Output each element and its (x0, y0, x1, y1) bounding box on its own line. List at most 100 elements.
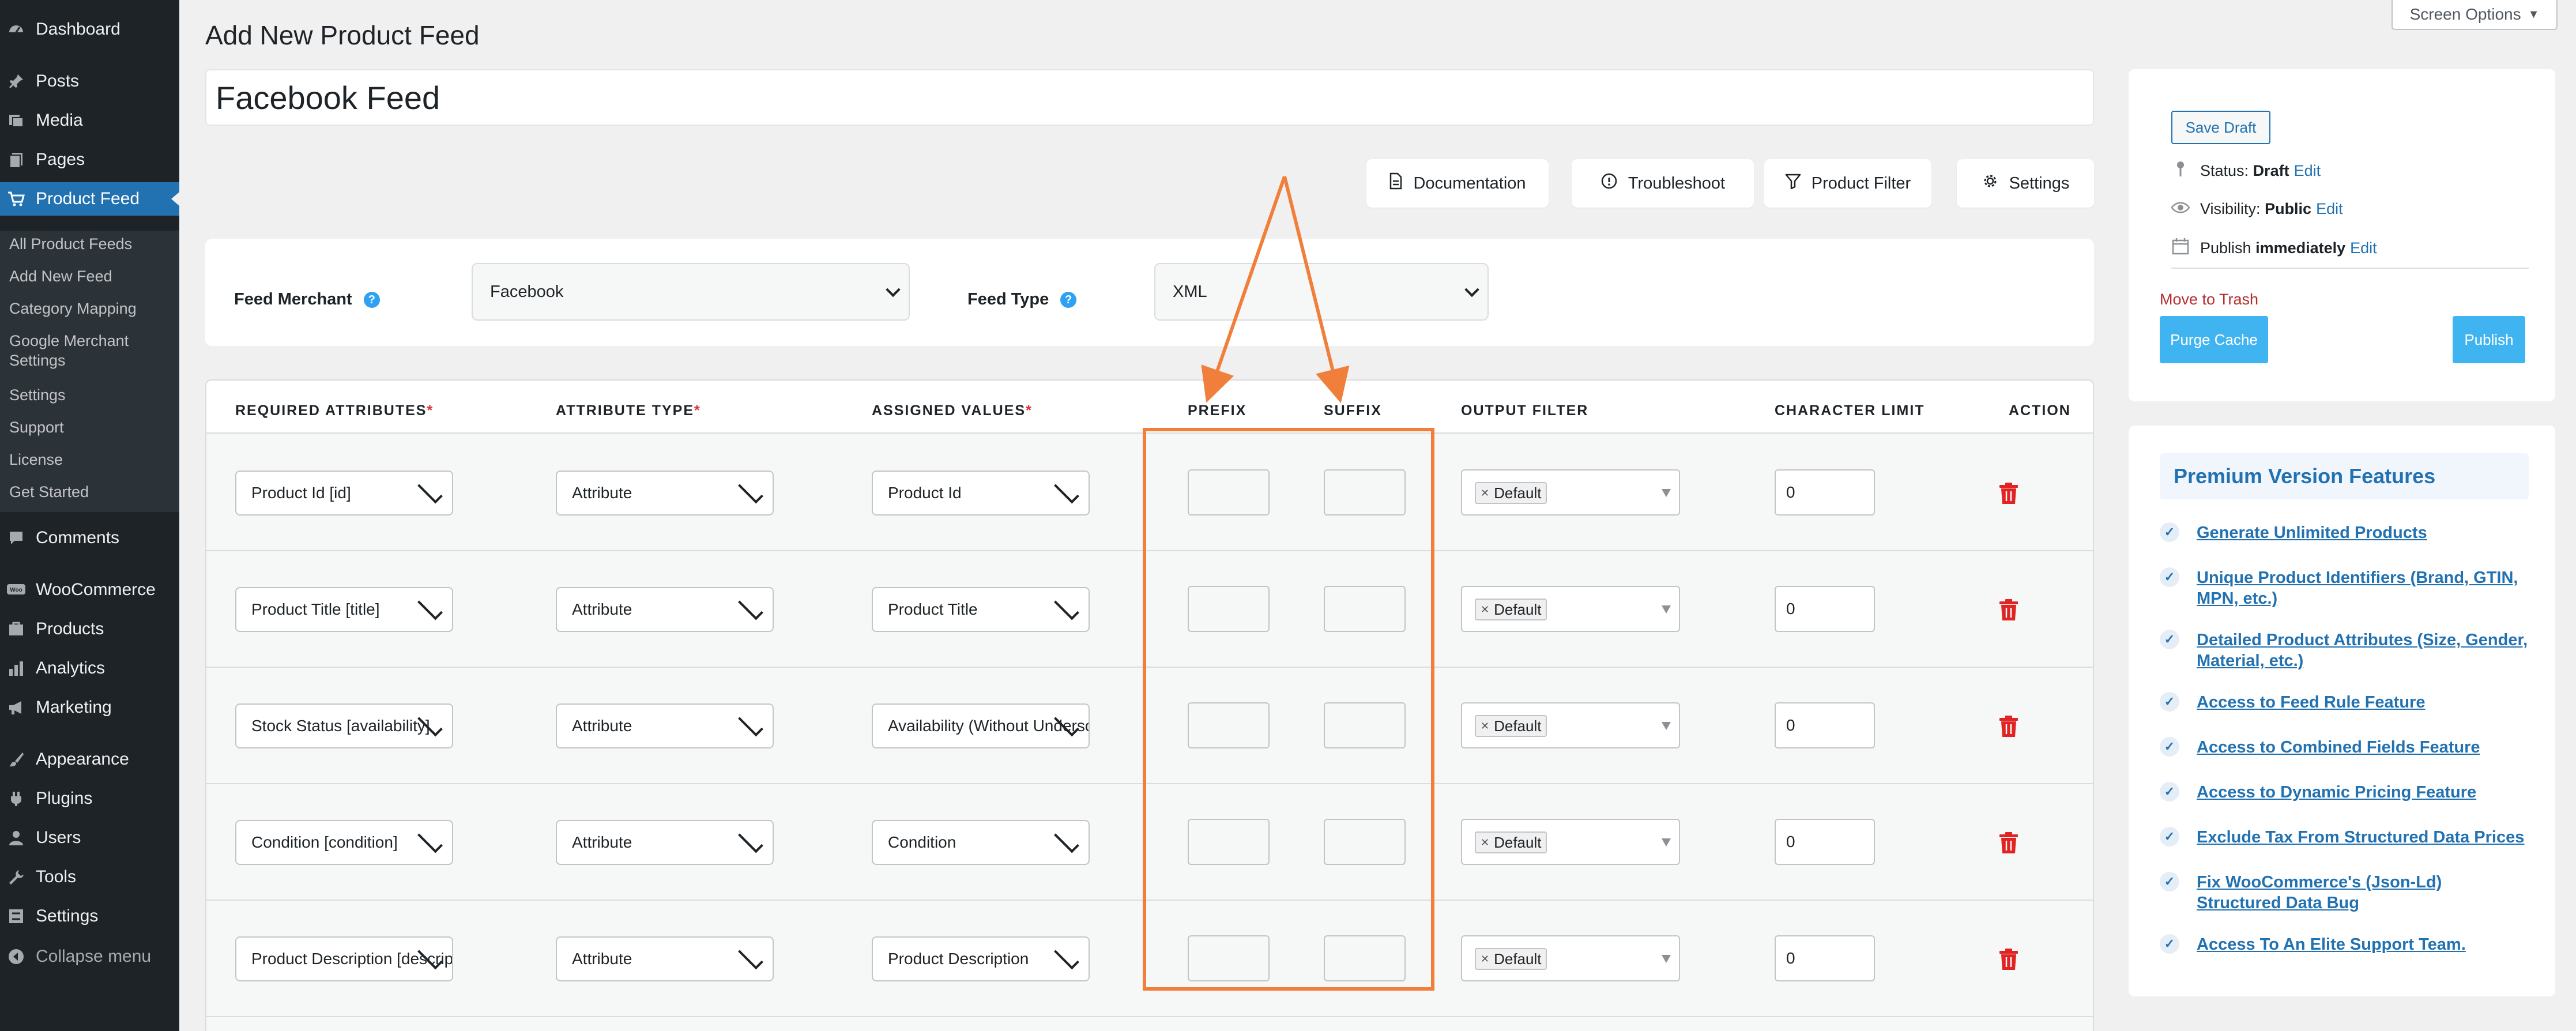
output-filter-select[interactable]: ✕ Default (1461, 469, 1680, 516)
feed-merchant-select[interactable]: Facebook (472, 263, 910, 321)
sidebar-item-tools[interactable]: Tools (0, 860, 179, 894)
assigned-value-select[interactable]: Product Id (872, 471, 1090, 516)
premium-feature-link[interactable]: Exclude Tax From Structured Data Prices (2197, 827, 2524, 848)
submenu-google-merchant-settings[interactable]: Google Merchant Settings (9, 331, 176, 370)
prefix-input[interactable] (1188, 586, 1270, 632)
delete-row-trash-icon[interactable] (1998, 831, 2020, 855)
feed-title-input[interactable]: Facebook Feed (205, 69, 2094, 126)
assigned-value-select[interactable]: Product Title (872, 587, 1090, 632)
delete-row-trash-icon[interactable] (1998, 599, 2020, 622)
sidebar-item-users[interactable]: Users (0, 821, 179, 855)
required-attribute-select[interactable]: Product Id [id] (235, 471, 453, 516)
delete-row-trash-icon[interactable] (1998, 715, 2020, 738)
sidebar-item-posts[interactable]: Posts (0, 65, 179, 98)
character-limit-input[interactable]: 0 (1775, 702, 1875, 748)
submenu-get-started[interactable]: Get Started (9, 482, 176, 502)
submenu-support[interactable]: Support (9, 417, 176, 437)
screen-options-button[interactable]: Screen Options ▼ (2392, 0, 2558, 30)
submenu-settings[interactable]: Settings (9, 385, 176, 405)
sidebar-item-settings[interactable]: Settings (0, 900, 179, 933)
th-suffix: SUFFIX (1324, 402, 1382, 419)
submenu-add-new-feed[interactable]: Add New Feed (9, 266, 176, 286)
delete-row-trash-icon[interactable] (1998, 948, 2020, 971)
required-attribute-select[interactable]: Product Description [description] (235, 936, 453, 981)
suffix-input[interactable] (1324, 819, 1406, 865)
character-limit-input[interactable]: 0 (1775, 819, 1875, 865)
required-attribute-select[interactable]: Stock Status [availability] (235, 703, 453, 748)
suffix-input[interactable] (1324, 702, 1406, 748)
suffix-input[interactable] (1324, 586, 1406, 632)
assigned-value-select[interactable]: Product Description (872, 936, 1090, 981)
sidebar-item-woocommerce[interactable]: Woo WooCommerce (0, 573, 179, 607)
sidebar-item-pages[interactable]: Pages (0, 143, 179, 176)
product-filter-button[interactable]: Product Filter (1764, 159, 1931, 208)
feed-type-select[interactable]: XML (1154, 263, 1489, 321)
prefix-input[interactable] (1188, 469, 1270, 516)
submenu-category-mapping[interactable]: Category Mapping (9, 299, 176, 318)
sidebar-item-analytics[interactable]: Analytics (0, 652, 179, 685)
delete-row-trash-icon[interactable] (1998, 482, 2020, 505)
remove-tag-icon[interactable]: ✕ (1481, 953, 1489, 965)
sidebar-item-media[interactable]: Media (0, 104, 179, 137)
submenu-license[interactable]: License (9, 450, 176, 469)
edit-visibility-link[interactable]: Edit (2316, 200, 2343, 217)
sidebar-item-marketing[interactable]: Marketing (0, 691, 179, 724)
premium-feature-link[interactable]: Access To An Elite Support Team. (2197, 934, 2466, 955)
remove-tag-icon[interactable]: ✕ (1481, 604, 1489, 616)
edit-schedule-link[interactable]: Edit (2350, 239, 2377, 257)
th-action: ACTION (2009, 402, 2071, 419)
move-to-trash-link[interactable]: Move to Trash (2160, 291, 2258, 308)
sidebar-item-dashboard[interactable]: Dashboard (0, 13, 179, 46)
output-filter-select[interactable]: ✕ Default (1461, 935, 1680, 981)
required-attribute-select[interactable]: Condition [condition] (235, 820, 453, 865)
feed-title-value: Facebook Feed (216, 79, 440, 116)
premium-feature-link[interactable]: Access to Feed Rule Feature (2197, 692, 2425, 713)
remove-tag-icon[interactable]: ✕ (1481, 487, 1489, 499)
sidebar-collapse-menu[interactable]: Collapse menu (0, 940, 179, 973)
character-limit-input[interactable]: 0 (1775, 935, 1875, 981)
premium-feature-link[interactable]: Fix WooCommerce's (Json-Ld) Structured D… (2197, 872, 2529, 913)
sidebar-item-comments[interactable]: Comments (0, 521, 179, 555)
help-icon[interactable]: ? (363, 292, 380, 308)
suffix-input[interactable] (1324, 469, 1406, 516)
publish-button[interactable]: Publish (2453, 316, 2525, 363)
troubleshoot-button[interactable]: Troubleshoot (1572, 159, 1754, 208)
assigned-value-select[interactable]: Condition (872, 820, 1090, 865)
save-draft-button[interactable]: Save Draft (2171, 111, 2270, 144)
premium-feature-link[interactable]: Unique Product Identifiers (Brand, GTIN,… (2197, 567, 2529, 609)
documentation-button[interactable]: Documentation (1366, 159, 1549, 208)
submenu-all-product-feeds[interactable]: All Product Feeds (9, 234, 176, 254)
output-filter-select[interactable]: ✕ Default (1461, 819, 1680, 865)
premium-feature-link[interactable]: Generate Unlimited Products (2197, 522, 2427, 543)
purge-cache-button[interactable]: Purge Cache (2160, 316, 2268, 363)
premium-feature-link[interactable]: Detailed Product Attributes (Size, Gende… (2197, 630, 2529, 671)
attribute-type-select[interactable]: Attribute (556, 703, 774, 748)
premium-feature-link[interactable]: Access to Dynamic Pricing Feature (2197, 782, 2476, 803)
attribute-type-select[interactable]: Attribute (556, 471, 774, 516)
output-filter-select[interactable]: ✕ Default (1461, 702, 1680, 748)
prefix-input[interactable] (1188, 819, 1270, 865)
attribute-type-select[interactable]: Attribute (556, 587, 774, 632)
filter-icon (1785, 173, 1801, 194)
character-limit-input[interactable]: 0 (1775, 586, 1875, 632)
attribute-type-select[interactable]: Attribute (556, 820, 774, 865)
sidebar-item-products[interactable]: Products (0, 612, 179, 646)
suffix-input[interactable] (1324, 935, 1406, 981)
settings-button[interactable]: Settings (1957, 159, 2094, 208)
sidebar-item-product-feed[interactable]: Product Feed (0, 182, 179, 216)
edit-status-link[interactable]: Edit (2294, 162, 2321, 179)
sidebar-item-plugins[interactable]: Plugins (0, 782, 179, 815)
prefix-input[interactable] (1188, 702, 1270, 748)
admin-sidebar: Dashboard Posts Media Pages Product Feed… (0, 0, 179, 1031)
remove-tag-icon[interactable]: ✕ (1481, 837, 1489, 849)
assigned-value-select[interactable]: Availability (Without Underscore) (872, 703, 1090, 748)
remove-tag-icon[interactable]: ✕ (1481, 720, 1489, 732)
attribute-type-select[interactable]: Attribute (556, 936, 774, 981)
help-icon[interactable]: ? (1060, 292, 1077, 308)
sidebar-item-appearance[interactable]: Appearance (0, 743, 179, 776)
output-filter-select[interactable]: ✕ Default (1461, 586, 1680, 632)
character-limit-input[interactable]: 0 (1775, 469, 1875, 516)
required-attribute-select[interactable]: Product Title [title] (235, 587, 453, 632)
prefix-input[interactable] (1188, 935, 1270, 981)
premium-feature-link[interactable]: Access to Combined Fields Feature (2197, 737, 2480, 758)
